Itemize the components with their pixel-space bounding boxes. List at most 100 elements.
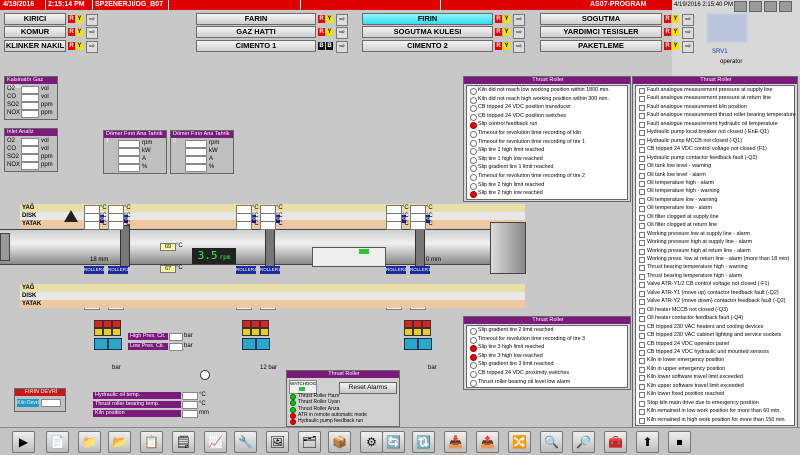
section-button-sogutma-kulesi[interactable]: SOGUTMA KULESI: [362, 26, 493, 38]
section-open-icon[interactable]: ⇨: [513, 14, 525, 26]
section-open-icon[interactable]: ⇨: [682, 27, 694, 39]
low-pressure-value: [169, 343, 183, 351]
section-open-icon[interactable]: ⇨: [86, 27, 98, 39]
fault-lamp: [639, 307, 645, 314]
fault-lamp: [639, 316, 645, 323]
fault-lamp: [639, 189, 645, 196]
kiln-position-gauge: [312, 247, 386, 267]
fault-lamp: [639, 172, 645, 179]
print-icon[interactable]: [749, 1, 762, 12]
toolbar-button[interactable]: 📦: [328, 431, 351, 453]
toolbar-button[interactable]: 📤: [476, 431, 499, 453]
section-button-cimento-2[interactable]: CIMENTO 2: [362, 40, 493, 52]
gas-analysis-title: Kalsinatör Gaz Analiz: [5, 77, 57, 90]
fault-item-label: CB tripped 24 VDC position switches: [478, 112, 567, 119]
roller-label-bottom[interactable]: ROLLER4: [84, 266, 105, 274]
fault-item-label: Slip tire 2 high low reached: [478, 190, 543, 197]
reset-alarms-button[interactable]: Reset Alarms: [339, 382, 397, 394]
toolbar-button[interactable]: 🖼: [266, 431, 289, 453]
hydraulic-pump-icon[interactable]: [418, 338, 432, 350]
hydraulic-pump-icon[interactable]: [108, 338, 122, 350]
section-button-kirici[interactable]: KIRICI: [4, 13, 66, 25]
fault-item-label: Oil heater MCCB not closed (-Q3): [647, 306, 728, 313]
section-button-sogutma[interactable]: SOGUTMA: [540, 13, 662, 25]
status-bar: 4/19/2016 2:15:14 PM SP2ENERJI/OG_B07 AS…: [0, 0, 672, 10]
inlet-analysis-title: Inlet Analiz: [5, 129, 57, 136]
roller-label-bottom[interactable]: ROLLER1: [108, 266, 129, 274]
fault-lamp: [470, 105, 477, 113]
section-open-icon[interactable]: ⇨: [86, 14, 98, 26]
fault-lamp: [470, 139, 477, 147]
thrust-roller-status-panel: Thrust Roller WATCHDOG Reset Alarms Thru…: [286, 370, 400, 427]
analysis-row-label: CO: [7, 94, 16, 100]
user-icon[interactable]: [779, 1, 792, 12]
hydraulic-valve-icon: [404, 328, 413, 336]
toolbar-button[interactable]: 📂: [108, 431, 131, 453]
section-button-komur[interactable]: KOMUR: [4, 26, 66, 38]
fault-lamp: [639, 180, 645, 187]
fault-item-label: Slip control feedback run: [478, 121, 538, 128]
section-flag-red: R: [495, 28, 502, 36]
toolbar-button[interactable]: 🔍: [540, 431, 563, 453]
row-label-bearing-bottom: YATAK: [22, 301, 42, 307]
toolbar-button[interactable]: 📈: [204, 431, 227, 453]
bearing-row-bottom: [20, 300, 525, 308]
help-icon[interactable]: [764, 1, 777, 12]
analysis-row-unit: ppm: [41, 154, 53, 160]
hydraulic-pump-icon[interactable]: [94, 338, 108, 350]
section-open-icon[interactable]: ⇨: [513, 27, 525, 39]
hydraulic-pump-icon[interactable]: [242, 338, 256, 350]
roller-label-bottom[interactable]: ROLLER4: [236, 266, 257, 274]
fault-lamp: [639, 130, 645, 137]
section-button-firin[interactable]: FIRIN: [362, 13, 493, 25]
roller-label-bottom[interactable]: ROLLER1: [410, 266, 431, 274]
hydraulic-pump-icon[interactable]: [404, 338, 418, 350]
fault-item-label: Kiln in upper emergency position: [647, 365, 726, 372]
toolbar-button[interactable]: 📁: [78, 431, 101, 453]
toolbar-button[interactable]: 📋: [140, 431, 163, 453]
toolbar-button[interactable]: 🗒: [172, 431, 195, 453]
thrust-roller-status-title: Thrust Roller: [287, 371, 399, 378]
toolbar-button[interactable]: ▶: [12, 431, 35, 453]
section-open-icon[interactable]: ⇨: [682, 41, 694, 53]
temperature-unit: °C: [276, 205, 283, 211]
section-button-gaz-hatti[interactable]: GAZ HATTI: [196, 26, 316, 38]
section-open-icon[interactable]: ⇨: [513, 41, 525, 53]
toolbar-button[interactable]: 🗂: [298, 431, 321, 453]
fault-lamp: [470, 328, 477, 335]
toolbar-button[interactable]: 🔀: [508, 431, 531, 453]
toolbar-button[interactable]: 🔧: [234, 431, 257, 453]
toolbar-button[interactable]: 🧰: [604, 431, 627, 453]
toolbar-button[interactable]: 🔎: [572, 431, 595, 453]
kiln-speed-value: [41, 399, 61, 407]
toolbar-button[interactable]: 📄: [46, 431, 69, 453]
toolbar-button[interactable]: ⏹: [668, 431, 691, 453]
analysis-row-unit: vol: [41, 138, 49, 144]
section-button-klinker-nakil[interactable]: KLINKER NAKIL: [4, 40, 66, 52]
section-button-yardimci-tesisler[interactable]: YARDIMCI TESISLER: [540, 26, 662, 38]
fault-item-label: Oil filter clogged at return line: [647, 222, 718, 229]
toolbar-button[interactable]: 🔄: [382, 431, 405, 453]
roller-label-bottom[interactable]: ROLLER1: [260, 266, 281, 274]
hydraulic-valve-icon: [94, 328, 103, 336]
toolbar-button[interactable]: 📥: [444, 431, 467, 453]
section-open-icon[interactable]: ⇨: [86, 41, 98, 53]
hydraulic-pump-icon[interactable]: [256, 338, 270, 350]
section-open-icon[interactable]: ⇨: [336, 14, 348, 26]
section-open-icon[interactable]: ⇨: [336, 41, 348, 53]
fault-item-label: Kiln upper software travel limit exceede…: [647, 382, 744, 389]
section-open-icon[interactable]: ⇨: [682, 14, 694, 26]
section-button-paketleme[interactable]: PAKETLEME: [540, 40, 662, 52]
hydraulic-info-label: Hydraulic oil temp.: [93, 392, 181, 399]
hydraulic-info-label: Thrust roller bearing temp.: [93, 401, 181, 408]
toolbar-button[interactable]: 🔃: [412, 431, 435, 453]
window-icon[interactable]: [734, 1, 747, 12]
bottom-toolbar: ▶ 📄 📁 📂 📋 🗒 📈 🔧 🖼 🗂 📦 ⚙ 🔄 🔃 📥 📤 🔀 🔍 🔎 🧰 ⬆ ⏹: [0, 427, 800, 455]
section-button-cimento-1[interactable]: CIMENTO 1: [196, 40, 316, 52]
toolbar-button[interactable]: ⬆: [636, 431, 659, 453]
roller-label-bottom[interactable]: ROLLER4: [386, 266, 407, 274]
section-open-icon[interactable]: ⇨: [336, 27, 348, 39]
toolbar-button[interactable]: ⚙: [360, 431, 383, 453]
section-button-farin[interactable]: FARIN: [196, 13, 316, 25]
fault-item-label: Working press. low at return line - alar…: [647, 256, 790, 262]
